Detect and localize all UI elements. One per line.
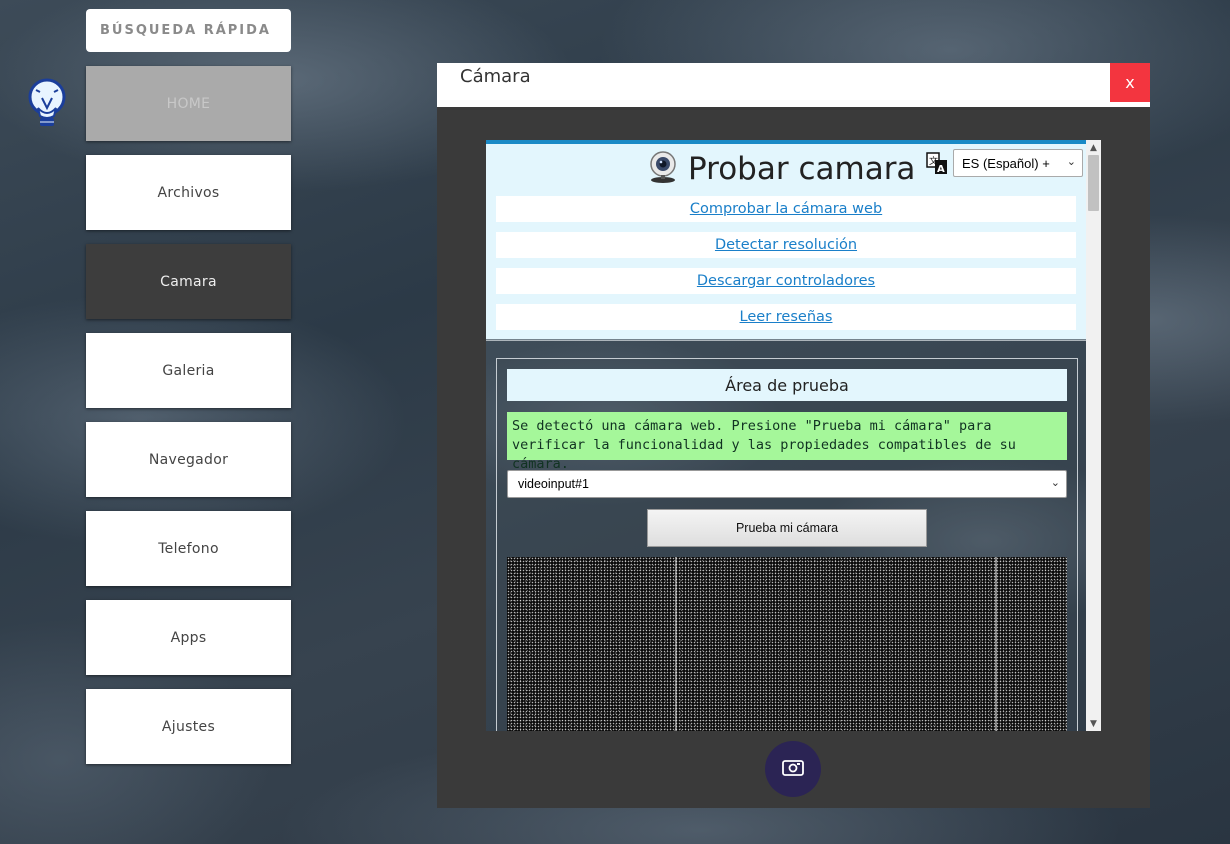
sidebar-item-ajustes[interactable]: Ajustes [86,689,291,764]
device-select-value: videoinput#1 [518,477,589,491]
device-select[interactable]: videoinput#1 ⌄ [507,470,1067,498]
test-area: Área de prueba Se detectó una cámara web… [496,358,1078,731]
video-preview [507,557,1067,731]
chevron-down-icon: ⌄ [1050,477,1060,489]
sidebar-item-telefono[interactable]: Telefono [86,511,291,586]
scrollbar[interactable]: ▲ ▼ [1086,140,1101,731]
embedded-page: Probar camara 文 A ES (Español) + ⌄ Compr… [486,140,1101,731]
test-area-title: Área de prueba [507,369,1067,401]
sidebar-item-camara[interactable]: Camara [86,244,291,319]
webcam-icon [646,150,680,188]
test-camera-button[interactable]: Prueba mi cámara [647,509,927,547]
sidebar-item-galeria[interactable]: Galeria [86,333,291,408]
sidebar-item-apps[interactable]: Apps [86,600,291,675]
detection-message: Se detectó una cámara web. Presione "Pru… [507,412,1067,472]
camera-icon [781,757,805,781]
header-panel: Probar camara 文 A ES (Español) + ⌄ Compr… [486,140,1086,342]
svg-text:A: A [937,164,945,175]
scroll-thumb[interactable] [1088,155,1099,211]
link-detect-resolution[interactable]: Detectar resolución [715,237,857,253]
translate-icon: 文 A [926,152,948,176]
quick-search-button[interactable]: BÚSQUEDA RÁPIDA [86,9,291,52]
camera-window: Cámara x Probar camara 文 A ES (Español) … [437,63,1150,808]
language-select-value: ES (Español) + [962,155,1050,171]
link-row: Leer reseñas [496,304,1076,330]
close-button[interactable]: x [1110,63,1150,102]
embedded-page-content: Probar camara 文 A ES (Español) + ⌄ Compr… [486,140,1086,731]
chevron-down-icon: ⌄ [1066,156,1076,168]
link-check-webcam[interactable]: Comprobar la cámara web [690,201,882,217]
lightbulb-icon[interactable] [26,78,68,130]
link-read-reviews[interactable]: Leer reseñas [740,309,833,325]
scroll-down-icon[interactable]: ▼ [1086,716,1101,731]
scroll-up-icon[interactable]: ▲ [1086,140,1101,155]
sidebar-item-home[interactable]: HOME [86,66,291,141]
sidebar-item-navegador[interactable]: Navegador [86,422,291,497]
sidebar: BÚSQUEDA RÁPIDA HOME Archivos Camara Gal… [86,9,291,778]
link-row: Detectar resolución [496,232,1076,258]
test-panel: Área de prueba Se detectó una cámara web… [486,341,1086,731]
link-row: Comprobar la cámara web [496,196,1076,222]
sidebar-item-archivos[interactable]: Archivos [86,155,291,230]
page-title: Probar camara [688,151,916,187]
page-heading: Probar camara [646,150,915,188]
capture-button[interactable] [765,741,821,797]
language-select[interactable]: ES (Español) + ⌄ [953,149,1083,177]
link-row: Descargar controladores [496,268,1076,294]
window-header: Cámara x [437,63,1150,107]
link-download-drivers[interactable]: Descargar controladores [697,273,875,289]
window-title: Cámara [460,66,531,87]
